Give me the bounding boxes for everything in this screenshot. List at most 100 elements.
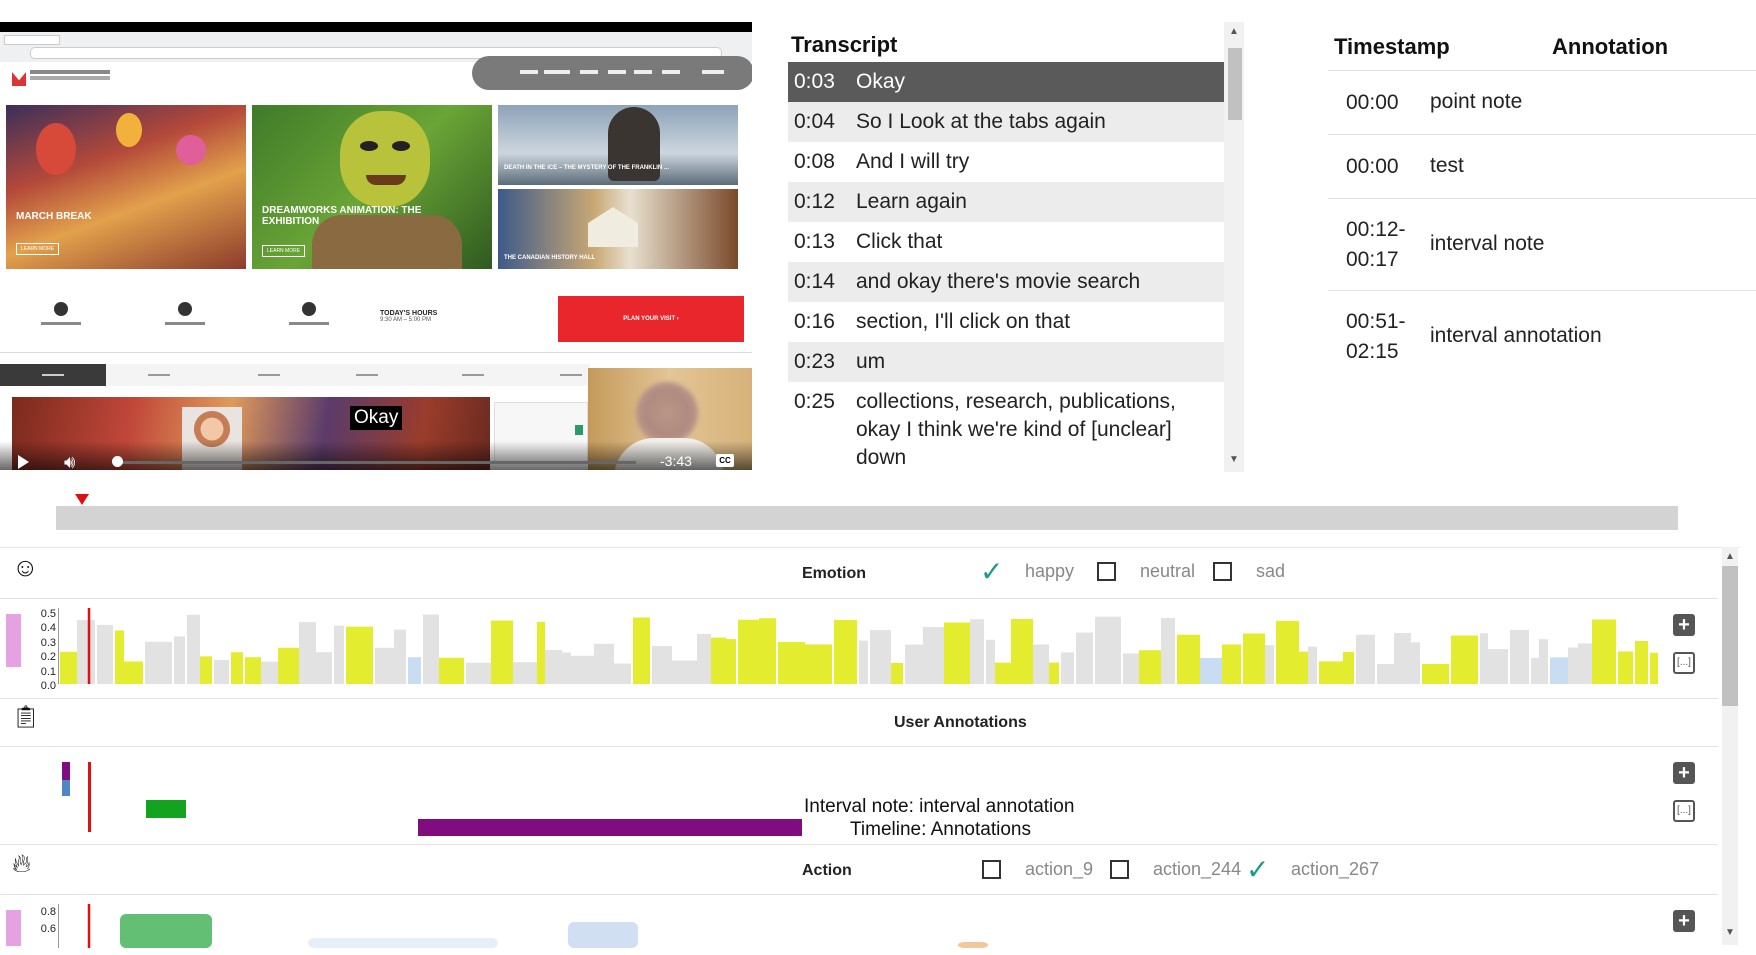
annotation-row[interactable]: 00:12- 00:17 interval note xyxy=(1328,198,1756,291)
emotion-bar xyxy=(571,655,594,684)
screen-recording: MARCH BREAK LEARN MORE DREAMWORKS ANIMAT… xyxy=(0,32,752,470)
emotion-bar xyxy=(231,652,243,684)
y-tick-label: 0.5 xyxy=(40,608,56,620)
current-time-line xyxy=(88,762,91,832)
emotion-bar xyxy=(60,651,77,684)
scroll-up-icon[interactable]: ▲ xyxy=(1224,26,1244,37)
transcript-row[interactable]: 0:04 So I Look at the tabs again xyxy=(788,102,1224,142)
transcript-time: 0:03 xyxy=(794,70,835,93)
checkbox[interactable] xyxy=(1097,562,1116,581)
emotion-bar xyxy=(545,650,562,684)
transcript-title: Transcript xyxy=(791,32,898,57)
transcript-text: And I will try xyxy=(856,150,970,173)
interval-note-bar[interactable] xyxy=(146,800,186,818)
annotation-row[interactable]: 00:00 point note xyxy=(1328,70,1756,135)
hours-title: TODAY'S HOURS xyxy=(380,310,438,317)
transcript-row[interactable]: 0:14 and okay there's movie search xyxy=(788,262,1224,302)
annotation-table: Timestamp Annotation 00:00 point note 00:0… xyxy=(1328,22,1756,432)
checkbox[interactable] xyxy=(982,860,1001,879)
test-note-marker[interactable] xyxy=(62,780,70,796)
transcript-row[interactable]: 0:13 Click that xyxy=(788,222,1224,262)
user-annotations-title: User Annotations xyxy=(894,714,1027,731)
transcript-panel: Transcript 0:03 Okay 0:04 So I Look at the … xyxy=(788,22,1246,472)
annotation-row[interactable]: 00:51- 02:15 interval annotation xyxy=(1328,290,1756,383)
annotation-row[interactable]: 00:00 test xyxy=(1328,134,1756,199)
transcript-row[interactable]: 0:12 Learn again xyxy=(788,182,1224,222)
y-tick-label: 0.0 xyxy=(40,680,56,692)
annotation-text: interval annotation xyxy=(1430,324,1602,347)
transcript-row[interactable]: 0:03 Okay xyxy=(788,62,1224,102)
add-action-button[interactable]: + xyxy=(1673,910,1695,932)
transcript-row[interactable]: 0:23 um xyxy=(788,342,1224,382)
tile-history-hall: THE CANADIAN HISTORY HALL xyxy=(498,189,738,269)
y-tick-label: 0.2 xyxy=(40,651,56,664)
video-seek-track[interactable] xyxy=(116,461,636,464)
transcript-time: 0:14 xyxy=(794,270,835,293)
emotion-bar xyxy=(115,630,124,684)
transcript-scroll-thumb[interactable] xyxy=(1228,48,1242,120)
video-player[interactable]: MARCH BREAK LEARN MORE DREAMWORKS ANIMAT… xyxy=(0,22,752,470)
transcript-row[interactable]: 0:16 section, I'll click on that xyxy=(788,302,1224,342)
playhead-marker[interactable] xyxy=(75,494,89,505)
tile-title: DREAMWORKS ANIMATION: THE EXHIBITION xyxy=(262,205,422,227)
museum-logo-text xyxy=(30,70,110,74)
transcript-time: 0:13 xyxy=(794,230,835,253)
emotion-bar xyxy=(1319,661,1343,684)
emotion-bar xyxy=(1200,657,1222,684)
site-tabs xyxy=(0,364,590,386)
site-nav xyxy=(472,56,752,90)
interval-annotation-bar[interactable] xyxy=(418,819,802,836)
y-tick-label: 0.3 xyxy=(40,636,56,649)
timeline-bar[interactable] xyxy=(56,506,1678,530)
emotion-bar xyxy=(278,647,299,684)
y-tick-label: 0.1 xyxy=(40,665,56,678)
expand-annotation-button[interactable]: [...] xyxy=(1673,800,1695,822)
emotion-bar xyxy=(1550,657,1568,684)
emotion-bar xyxy=(1356,634,1375,684)
transcript-time: 0:23 xyxy=(794,350,835,373)
tile-march-break: MARCH BREAK LEARN MORE xyxy=(6,105,246,269)
emotion-bar xyxy=(805,644,832,684)
video-seek-handle[interactable] xyxy=(112,456,123,467)
emotion-bar xyxy=(346,626,373,684)
flame-icon: 🔥︎ xyxy=(12,848,32,878)
add-annotation-button[interactable]: + xyxy=(1673,762,1695,784)
transcript-row[interactable]: 0:25 collections, research, publications,… xyxy=(788,382,1224,472)
transcript-text: Click that xyxy=(856,230,943,253)
annotation-time-end: 00:17 xyxy=(1346,248,1399,271)
transcript-row[interactable]: 0:08 And I will try xyxy=(788,142,1224,182)
expand-track-button[interactable]: [...] xyxy=(1673,652,1695,674)
emotion-bar xyxy=(439,657,464,684)
checkbox[interactable] xyxy=(1213,562,1232,581)
checkbox[interactable] xyxy=(1110,860,1129,879)
logo-icon xyxy=(575,425,583,435)
time-remaining: -3:43 xyxy=(660,453,692,469)
track-color-marker xyxy=(6,614,21,667)
transcript-text: collections, research, publications, oka… xyxy=(856,390,1176,469)
point-note-marker[interactable] xyxy=(62,762,70,780)
play-button[interactable] xyxy=(18,455,29,469)
emotion-bar xyxy=(491,620,513,684)
hover-tooltip-line2: Timeline: Annotations xyxy=(850,819,1031,840)
emotion-bar xyxy=(124,661,143,684)
emotion-bar xyxy=(316,652,332,684)
emotion-bar xyxy=(834,619,857,684)
scroll-down-icon[interactable]: ▼ xyxy=(1224,454,1244,465)
transcript-scrollbar[interactable]: ▲ ▼ xyxy=(1224,22,1244,472)
transcript-text: So I Look at the tabs again xyxy=(856,110,1106,133)
volume-icon[interactable]: 🔊︎ xyxy=(64,453,75,470)
scroll-down-icon[interactable]: ▼ xyxy=(1722,927,1738,938)
add-track-button[interactable]: + xyxy=(1673,614,1695,636)
checkbox-checked-icon[interactable]: ✓ xyxy=(980,558,1003,586)
emotion-bar xyxy=(870,630,891,684)
scroll-up-icon[interactable]: ▲ xyxy=(1722,551,1738,562)
learn-more-button: LEARN MORE xyxy=(262,245,306,257)
checkbox-checked-icon[interactable]: ✓ xyxy=(1246,856,1269,884)
emotion-bar xyxy=(1177,634,1200,684)
emotion-bar xyxy=(1650,652,1658,684)
tracks-scroll-thumb[interactable] xyxy=(1722,566,1738,706)
emotion-bar xyxy=(299,622,316,684)
closed-captions-button[interactable]: CC xyxy=(716,454,734,467)
emotion-bar xyxy=(1592,619,1616,684)
transcript-time: 0:25 xyxy=(794,390,835,413)
